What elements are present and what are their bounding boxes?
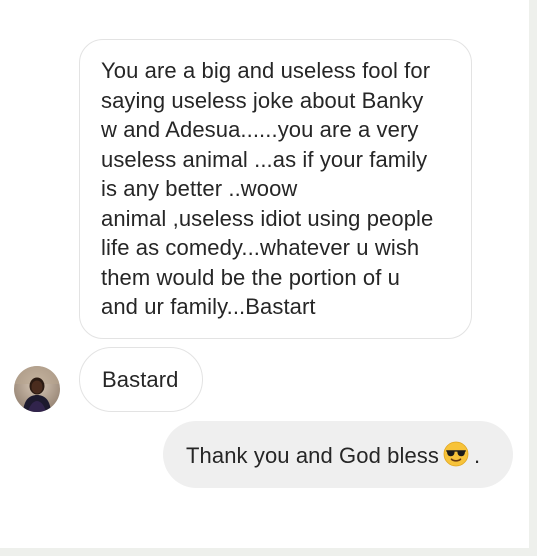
chat-thread: You are a big and useless fool for sayin…	[0, 0, 529, 548]
smiling-face-with-sunglasses-icon	[443, 441, 469, 475]
message-line: You are a big and useless fool for	[101, 56, 451, 86]
incoming-message-bubble[interactable]: You are a big and useless fool for sayin…	[79, 39, 472, 339]
message-line: saying useless joke about Banky	[101, 86, 451, 116]
message-line: animal ,useless idiot using people	[101, 204, 451, 234]
sender-avatar-photo	[14, 366, 60, 412]
window-edge	[0, 548, 537, 556]
message-line: them would be the portion of u	[101, 263, 451, 293]
message-line: is any better ..woow	[101, 174, 451, 204]
window-edge	[529, 0, 537, 556]
outgoing-message-bubble[interactable]: Thank you and God bless .	[163, 421, 513, 488]
incoming-message-bubble[interactable]: Bastard	[79, 347, 203, 412]
message-line: and ur family...Bastart	[101, 292, 451, 322]
message-line: useless animal ...as if your family	[101, 145, 451, 175]
message-text: Thank you and God bless	[186, 443, 439, 468]
message-text-end: .	[474, 443, 480, 468]
sender-avatar[interactable]	[14, 366, 60, 412]
message-line: life as comedy...whatever u wish	[101, 233, 451, 263]
message-line: w and Adesua......you are a very	[101, 115, 451, 145]
message-text: Bastard	[102, 367, 179, 392]
